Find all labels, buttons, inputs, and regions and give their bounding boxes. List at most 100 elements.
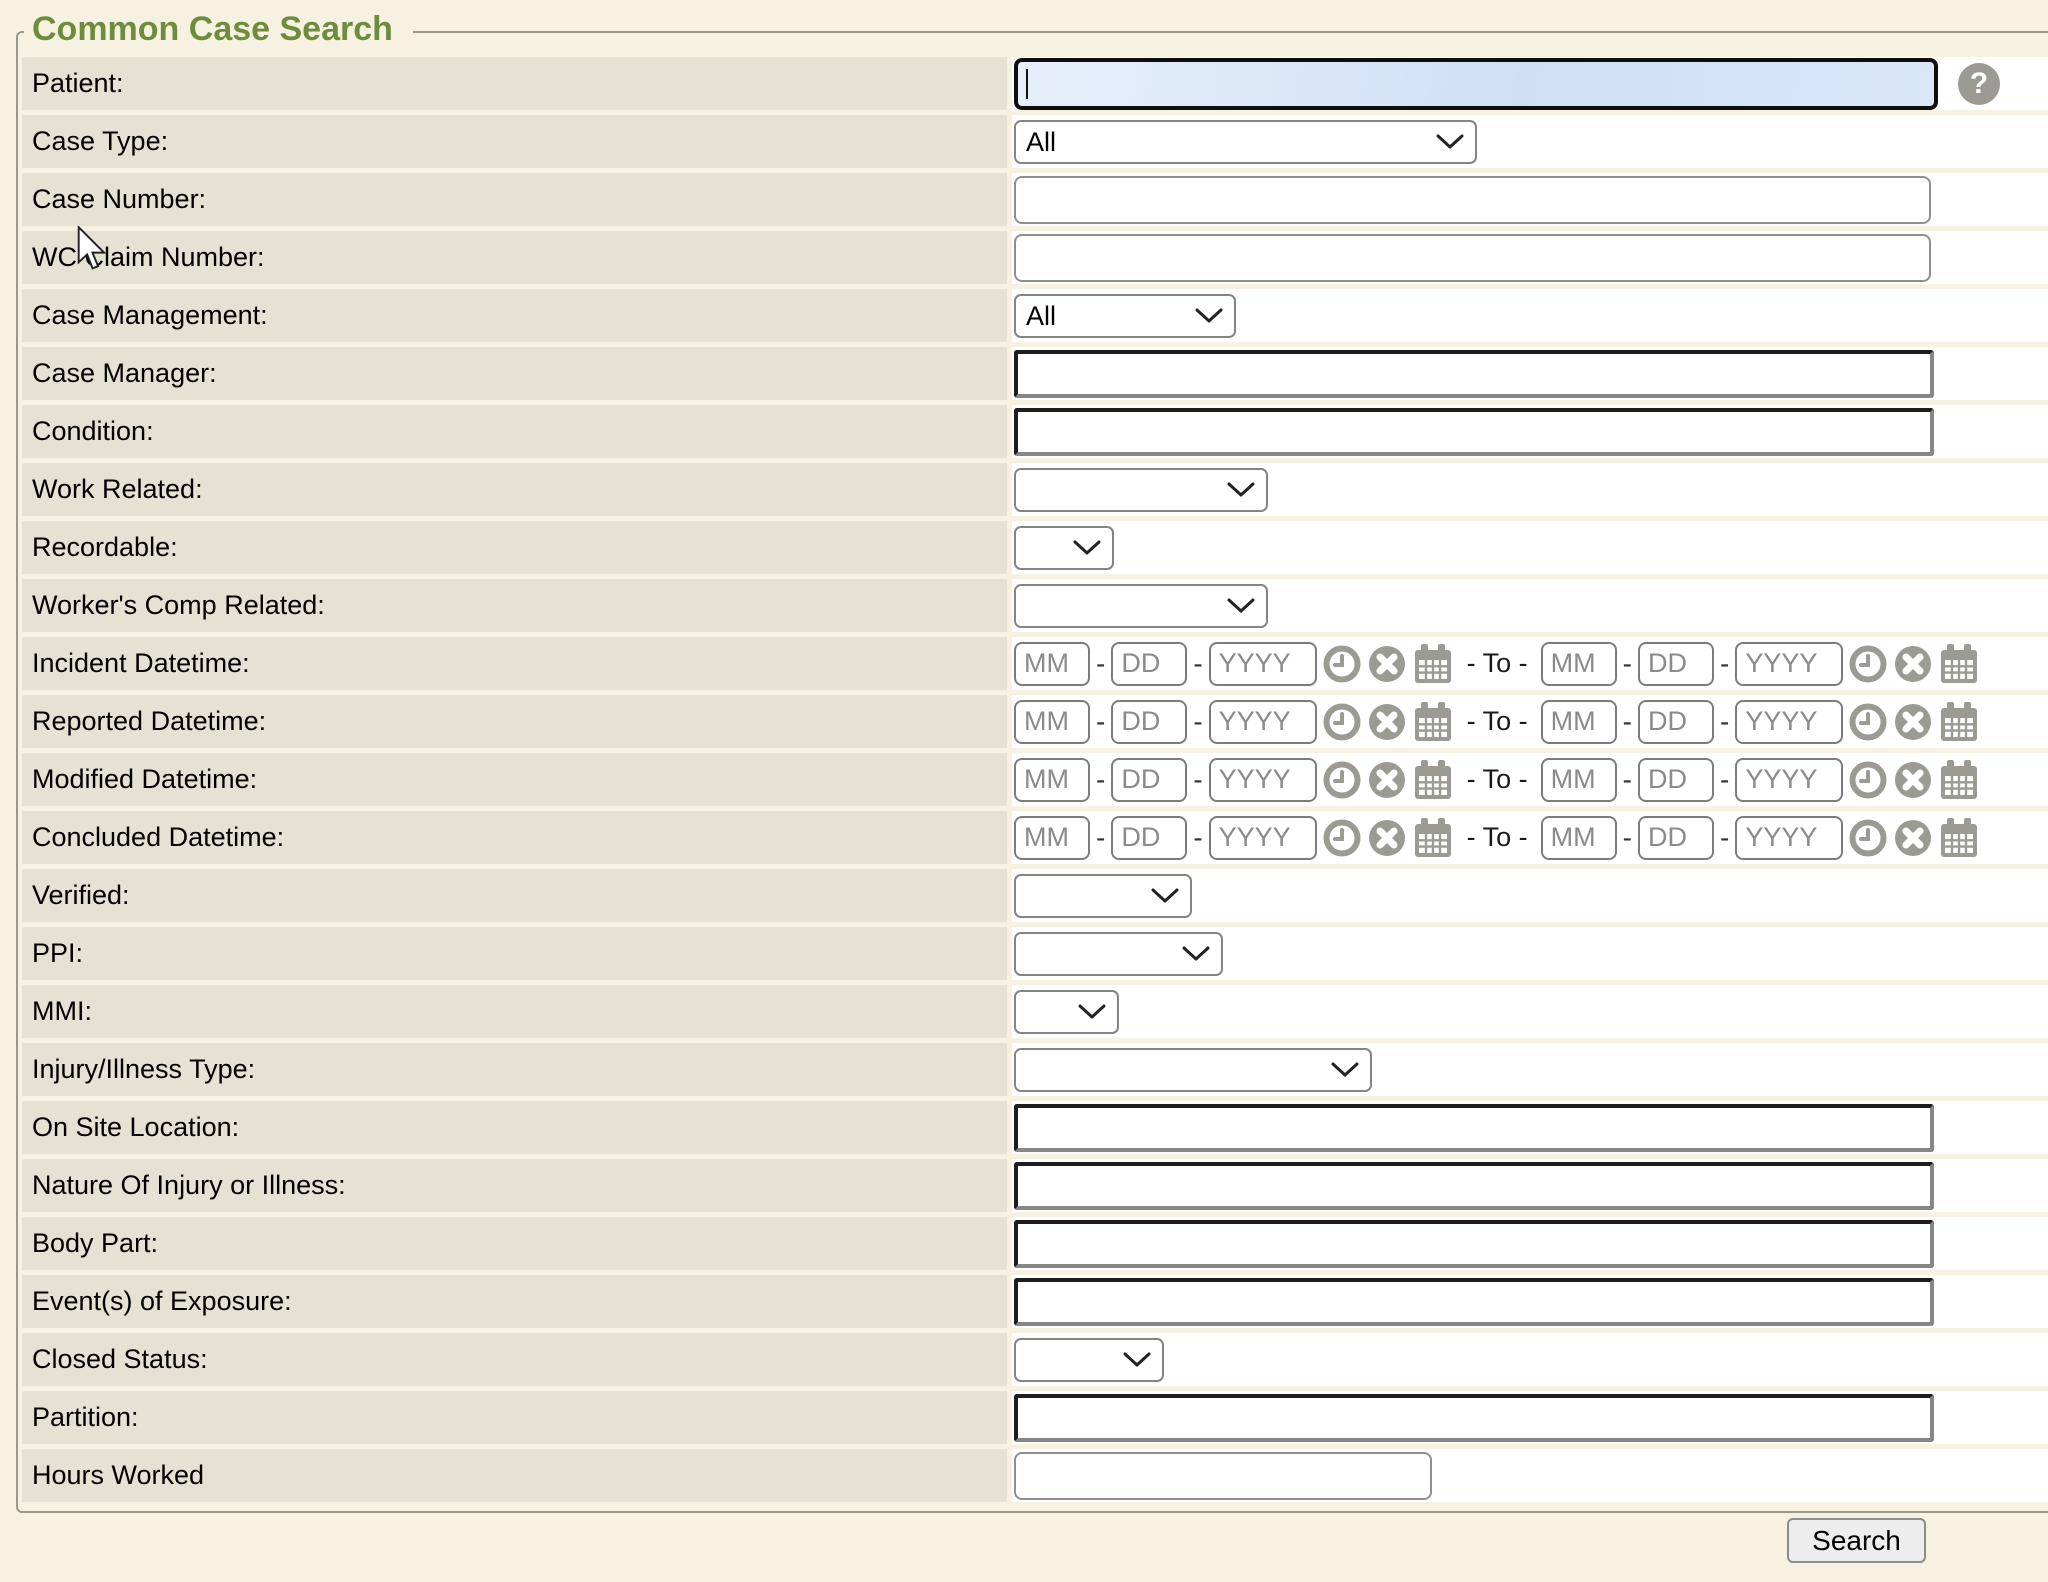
calendar-icon[interactable] — [1938, 700, 1980, 744]
field-case-number — [1012, 173, 2048, 226]
row-label: Event(s) of Exposure: — [32, 1286, 292, 1317]
patient-input[interactable] — [1014, 58, 1938, 110]
row-label: On Site Location: — [32, 1112, 239, 1143]
clear-icon[interactable] — [1367, 644, 1407, 684]
row-label: Injury/Illness Type: — [32, 1054, 255, 1085]
field-closed-status — [1012, 1333, 2048, 1386]
injury-illness-type-select[interactable] — [1014, 1048, 1372, 1092]
work-related-select[interactable] — [1014, 468, 1268, 512]
from-month-input[interactable] — [1014, 816, 1090, 860]
clock-icon[interactable] — [1848, 760, 1888, 800]
clock-icon[interactable] — [1848, 644, 1888, 684]
clock-icon[interactable] — [1322, 818, 1362, 858]
from-day-input[interactable] — [1111, 816, 1187, 860]
label-recordable: Recordable: — [22, 521, 1007, 574]
label-mmi: MMI: — [22, 985, 1007, 1038]
clear-icon[interactable] — [1893, 702, 1933, 742]
from-year-input[interactable] — [1209, 642, 1317, 686]
to-separator: - To - — [1467, 764, 1528, 795]
date-dash: - — [1623, 822, 1632, 854]
case-manager-input[interactable] — [1014, 350, 1934, 398]
clear-icon[interactable] — [1893, 818, 1933, 858]
from-day-input[interactable] — [1111, 642, 1187, 686]
to-separator: - To - — [1467, 822, 1528, 853]
text-caret — [1026, 69, 1028, 99]
clock-icon[interactable] — [1848, 702, 1888, 742]
clock-icon[interactable] — [1322, 644, 1362, 684]
to-year-input[interactable] — [1735, 700, 1843, 744]
label-verified: Verified: — [22, 869, 1007, 922]
help-icon[interactable]: ? — [1958, 63, 2000, 105]
calendar-icon[interactable] — [1412, 816, 1454, 860]
date-dash: - — [1193, 764, 1202, 796]
from-month-input[interactable] — [1014, 700, 1090, 744]
from-month-input[interactable] — [1014, 758, 1090, 802]
from-year-input[interactable] — [1209, 816, 1317, 860]
clear-icon[interactable] — [1893, 644, 1933, 684]
wc-claim-number-input[interactable] — [1014, 234, 1931, 282]
calendar-icon[interactable] — [1938, 758, 1980, 802]
on-site-location-input[interactable] — [1014, 1104, 1934, 1152]
label-wc-claim-number: WC Claim Number: — [22, 231, 1007, 284]
search-button[interactable]: Search — [1787, 1518, 1926, 1563]
case-management-select[interactable]: All — [1014, 294, 1236, 338]
to-year-input[interactable] — [1735, 642, 1843, 686]
to-day-input[interactable] — [1638, 642, 1714, 686]
clear-icon[interactable] — [1893, 760, 1933, 800]
mmi-select[interactable] — [1014, 990, 1119, 1034]
row-label: Work Related: — [32, 474, 203, 505]
to-day-input[interactable] — [1638, 758, 1714, 802]
calendar-icon[interactable] — [1412, 700, 1454, 744]
to-day-input[interactable] — [1638, 700, 1714, 744]
clock-icon[interactable] — [1322, 760, 1362, 800]
calendar-icon[interactable] — [1938, 816, 1980, 860]
from-day-input[interactable] — [1111, 758, 1187, 802]
body-part-input[interactable] — [1014, 1220, 1934, 1268]
recordable-select[interactable] — [1014, 526, 1114, 570]
from-day-input[interactable] — [1111, 700, 1187, 744]
label-nature-of-injury-or-illness: Nature Of Injury or Illness: — [22, 1159, 1007, 1212]
to-year-input[interactable] — [1735, 758, 1843, 802]
date-dash: - — [1720, 764, 1729, 796]
to-month-input[interactable] — [1541, 758, 1617, 802]
from-month-input[interactable] — [1014, 642, 1090, 686]
calendar-icon[interactable] — [1412, 758, 1454, 802]
clock-icon[interactable] — [1848, 818, 1888, 858]
worker-s-comp-related-select[interactable] — [1014, 584, 1268, 628]
clear-icon[interactable] — [1367, 818, 1407, 858]
calendar-icon[interactable] — [1412, 642, 1454, 686]
to-year-input[interactable] — [1735, 816, 1843, 860]
case-type-select[interactable]: All — [1014, 120, 1477, 164]
clear-icon[interactable] — [1367, 760, 1407, 800]
row-label: Concluded Datetime: — [32, 822, 284, 853]
from-year-input[interactable] — [1209, 700, 1317, 744]
page-title: Common Case Search — [24, 7, 413, 51]
to-month-input[interactable] — [1541, 642, 1617, 686]
hours-worked-input[interactable] — [1014, 1452, 1432, 1500]
to-day-input[interactable] — [1638, 816, 1714, 860]
field-wc-claim-number — [1012, 231, 2048, 284]
event-s-of-exposure-input[interactable] — [1014, 1278, 1934, 1326]
field-injury-illness-type — [1012, 1043, 2048, 1096]
label-modified-datetime: Modified Datetime: — [22, 753, 1007, 806]
case-number-input[interactable] — [1014, 176, 1931, 224]
row-label: Nature Of Injury or Illness: — [32, 1170, 346, 1201]
to-month-input[interactable] — [1541, 700, 1617, 744]
condition-input[interactable] — [1014, 408, 1934, 456]
row-label: Patient: — [32, 68, 124, 99]
calendar-icon[interactable] — [1938, 642, 1980, 686]
to-month-input[interactable] — [1541, 816, 1617, 860]
from-year-input[interactable] — [1209, 758, 1317, 802]
ppi-select[interactable] — [1014, 932, 1223, 976]
date-dash: - — [1623, 648, 1632, 680]
field-condition — [1012, 405, 2048, 458]
partition-input[interactable] — [1014, 1394, 1934, 1442]
nature-of-injury-or-illness-input[interactable] — [1014, 1162, 1934, 1210]
closed-status-select[interactable] — [1014, 1338, 1164, 1382]
clear-icon[interactable] — [1367, 702, 1407, 742]
search-form-table: Patient:?Case Type:AllCase Number:WC Cla… — [22, 57, 2048, 1502]
clock-icon[interactable] — [1322, 702, 1362, 742]
label-closed-status: Closed Status: — [22, 1333, 1007, 1386]
field-modified-datetime: --- To --- — [1012, 753, 2048, 806]
verified-select[interactable] — [1014, 874, 1192, 918]
